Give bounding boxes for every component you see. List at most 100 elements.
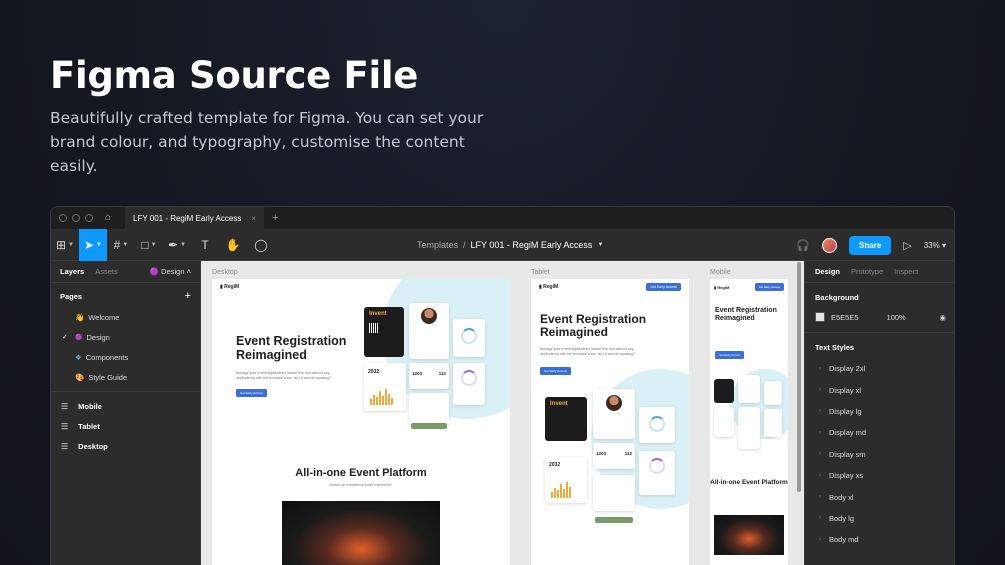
move-tool-button[interactable]: ➤ ▼: [79, 228, 107, 261]
ticket-card: Invent: [545, 397, 587, 441]
page-item-style-guide[interactable]: 🎨 Style Guide: [51, 367, 200, 387]
main-menu-button[interactable]: ⊞ ▼: [51, 229, 79, 261]
breadcrumb-parent[interactable]: Templates: [417, 240, 458, 250]
headphones-icon[interactable]: 🎧: [796, 239, 810, 252]
green-button[interactable]: [411, 423, 447, 429]
frame-label-tablet[interactable]: Tablet: [531, 269, 550, 276]
chevron-right-icon: ›: [819, 408, 821, 415]
canvas-scrollbar[interactable]: [797, 262, 801, 492]
text-style-item[interactable]: › Display xs: [805, 465, 954, 486]
laptop-photo: [714, 515, 784, 555]
text-style-item[interactable]: › Display lg: [805, 401, 954, 422]
maximize-window-button[interactable]: [85, 214, 93, 222]
breadcrumb-current[interactable]: LFY 001 - RegiM Early Access: [471, 240, 593, 250]
file-tab-label: LFY 001 - RegiM Early Access: [133, 213, 242, 223]
toolbar: ⊞ ▼ ➤ ▼ # ▼ □ ▼ ✒ ▼ T ✋ ◯ Templates / LFY 001…: [51, 228, 954, 261]
text-style-item[interactable]: › Body xl: [805, 486, 954, 507]
chevron-right-icon: ›: [819, 429, 821, 436]
play-icon[interactable]: ▷: [903, 239, 911, 252]
hero-subtitle: Beautifully crafted template for Figma. …: [50, 109, 484, 175]
shape-tool-button[interactable]: □ ▼: [135, 229, 163, 261]
pen-tool-button[interactable]: ✒ ▼: [163, 229, 191, 261]
chart-card: [714, 407, 734, 437]
frame-label-mobile[interactable]: Mobile: [710, 269, 731, 276]
hand-tool-button[interactable]: ✋: [219, 229, 247, 261]
frame-layer-icon: ☰: [61, 421, 69, 431]
green-button[interactable]: [595, 517, 633, 523]
artboard-nav: ▮ RegiM Get Early Access: [710, 279, 788, 295]
tab-assets[interactable]: Assets: [95, 267, 118, 276]
text-style-item[interactable]: › Display md: [805, 422, 954, 443]
frame-icon: #: [113, 237, 121, 252]
text-icon: T: [201, 237, 209, 252]
mobile-artboard[interactable]: ▮ RegiM Get Early Access Event Registrat…: [710, 279, 788, 565]
cta-button[interactable]: Get Early Access: [236, 389, 267, 397]
ticket-brand: Invent: [550, 401, 568, 407]
divider: [51, 391, 200, 392]
profile-card: [409, 303, 449, 359]
layer-item-mobile[interactable]: ☰ Mobile: [51, 396, 200, 416]
chevron-right-icon: ›: [819, 494, 821, 501]
cta-button[interactable]: Get Early Access: [715, 351, 745, 359]
home-icon[interactable]: ⌂: [105, 213, 115, 223]
ticket-card: [714, 379, 734, 403]
hand-icon: ✋: [225, 237, 241, 252]
body-copy: Manage your event registrations hassle f…: [236, 371, 332, 380]
minimize-window-button[interactable]: [72, 214, 80, 222]
background-opacity-input[interactable]: 100%: [887, 313, 906, 322]
close-tab-icon[interactable]: ×: [251, 214, 256, 223]
chevron-right-icon: ›: [819, 472, 821, 479]
profile-card: [738, 375, 760, 403]
new-tab-icon[interactable]: +: [272, 212, 278, 224]
layer-item-desktop[interactable]: ☰ Desktop: [51, 436, 200, 456]
text-style-item[interactable]: › Display xl: [805, 379, 954, 400]
page-emoji-icon: 👋: [75, 312, 85, 322]
tab-layers[interactable]: Layers: [60, 267, 84, 276]
add-page-icon[interactable]: +: [185, 291, 191, 302]
page-item-components[interactable]: ❖ Components: [51, 347, 200, 367]
page-item-welcome[interactable]: 👋 Welcome: [51, 307, 200, 327]
tab-prototype[interactable]: Prototype: [851, 267, 883, 276]
frame-tool-button[interactable]: # ▼: [107, 229, 135, 261]
text-style-item[interactable]: › Body lg: [805, 508, 954, 529]
frame-layer-icon: ☰: [61, 441, 69, 451]
cta-button[interactable]: Get Early Access: [540, 367, 571, 375]
nav-cta-button[interactable]: Get Early Access: [754, 283, 784, 291]
background-swatch[interactable]: [815, 312, 825, 322]
layer-label: Desktop: [78, 441, 108, 451]
eye-icon[interactable]: ◉: [939, 313, 946, 322]
zoom-level[interactable]: 33% ▾: [924, 241, 946, 250]
file-tab[interactable]: LFY 001 - RegiM Early Access ×: [125, 207, 265, 229]
design-panel: Design Prototype Inspect Background E5E5…: [804, 261, 954, 565]
bar-chart: [551, 482, 571, 498]
desktop-artboard[interactable]: ▮ RegiM Get Early Access Event Registrat…: [212, 279, 510, 565]
page-selector[interactable]: 🟣 Design ˄: [150, 267, 191, 276]
cursor-icon: ➤: [83, 237, 95, 252]
nav-cta-button[interactable]: Get Early Access: [646, 283, 681, 291]
page-item-design[interactable]: ✓ 🟣 Design: [51, 327, 200, 347]
text-tool-button[interactable]: T: [191, 229, 219, 261]
tab-design[interactable]: Design: [815, 267, 840, 276]
chevron-down-icon[interactable]: ▼: [597, 242, 603, 248]
close-window-button[interactable]: [59, 214, 67, 222]
page-emoji-icon: 🎨: [75, 372, 85, 382]
tablet-artboard[interactable]: ▮ RegiM Get Early Access Event Registrat…: [531, 279, 689, 565]
text-style-item[interactable]: › Display sm: [805, 444, 954, 465]
progress-ring: [461, 370, 477, 386]
layer-item-tablet[interactable]: ☰ Tablet: [51, 416, 200, 436]
canvas[interactable]: Desktop Tablet Mobile ▮ RegiM Get Early …: [201, 261, 804, 565]
ring-card-2: [764, 409, 782, 437]
left-panel-tabs: Layers Assets 🟣 Design ˄: [51, 261, 200, 283]
tab-inspect[interactable]: Inspect: [894, 267, 918, 276]
comment-tool-button[interactable]: ◯: [247, 229, 275, 261]
background-heading: Background: [815, 293, 859, 302]
text-style-item[interactable]: › Display 2xl: [805, 358, 954, 379]
frame-layer-icon: ☰: [61, 401, 69, 411]
text-style-item[interactable]: › Body md: [805, 529, 954, 550]
share-button[interactable]: Share: [849, 235, 892, 255]
progress-ring: [461, 328, 477, 344]
avatar[interactable]: [822, 237, 838, 253]
background-hex-input[interactable]: E5E5E5: [831, 313, 859, 322]
headline: Event Registration Reimagined: [236, 334, 347, 362]
frame-label-desktop[interactable]: Desktop: [212, 269, 238, 276]
